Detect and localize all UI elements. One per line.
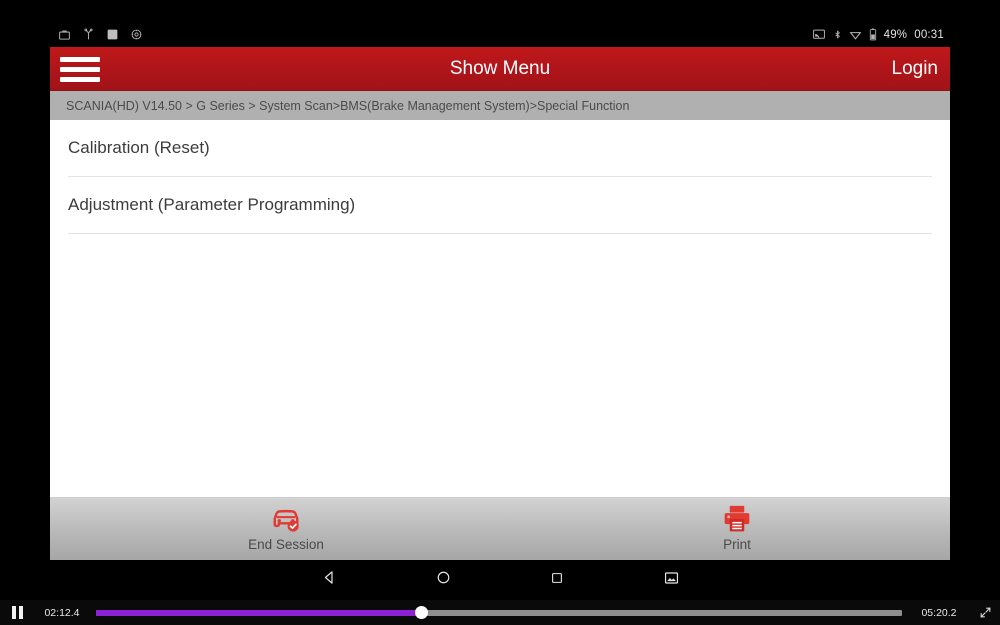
cast-screen-icon [812, 29, 825, 39]
list-item[interactable]: Adjustment (Parameter Programming) [68, 177, 932, 234]
screenshot-button[interactable] [648, 560, 694, 595]
menu-list: Calibration (Reset) Adjustment (Paramete… [50, 120, 950, 497]
login-button[interactable]: Login [892, 47, 939, 91]
home-button[interactable] [420, 560, 466, 595]
list-item-label: Calibration (Reset) [68, 138, 210, 157]
end-session-label: End Session [248, 537, 324, 552]
android-nav-bar [50, 560, 950, 595]
briefcase-icon [59, 30, 70, 40]
app-title-bar: Show Menu Login [50, 47, 950, 91]
back-triangle-icon [324, 571, 333, 584]
page-title: Show Menu [449, 58, 551, 79]
player-control-bar: 02:12.4 05:20.2 [0, 600, 1000, 625]
back-button[interactable] [306, 560, 352, 595]
wifi-icon [849, 32, 862, 40]
seek-handle[interactable] [415, 606, 429, 619]
video-player: 49% 00:31 Show Menu Login SCANIA(HD) V14… [0, 0, 1000, 625]
list-item-label: Adjustment (Parameter Programming) [68, 195, 356, 214]
seek-slider[interactable] [96, 606, 902, 619]
status-bar-clock: 00:31 [914, 28, 944, 41]
settings-gear-icon [131, 29, 142, 40]
function-toolbar: End Session Print [50, 497, 950, 560]
seek-progress-fill [96, 609, 422, 616]
app-square-icon [107, 29, 118, 40]
current-time-label: 02:12.4 [44, 606, 80, 619]
print-label: Print [723, 537, 751, 552]
printer-icon [724, 505, 750, 532]
battery-percent-label: 49% [883, 28, 908, 41]
pause-icon[interactable] [0, 600, 34, 625]
car-check-icon [273, 509, 299, 532]
usb-debug-icon [84, 28, 93, 40]
recents-square-icon [552, 572, 562, 583]
total-time-label: 05:20.2 [921, 606, 957, 619]
status-bar-left-icons [58, 22, 143, 47]
recents-button[interactable] [534, 560, 580, 595]
android-status-bar: 49% 00:31 [50, 22, 950, 47]
android-device-screen: 49% 00:31 Show Menu Login SCANIA(HD) V14… [50, 22, 950, 595]
home-circle-icon [437, 571, 449, 584]
print-button[interactable]: Print [677, 502, 797, 558]
bluetooth-icon [834, 30, 840, 39]
breadcrumb: SCANIA(HD) V14.50 > G Series > System Sc… [50, 91, 950, 120]
end-session-button[interactable]: End Session [226, 502, 346, 558]
screenshot-image-icon [664, 571, 678, 584]
status-bar-right-icons: 49% 00:31 [812, 22, 944, 47]
battery-icon [869, 28, 876, 41]
list-item[interactable]: Calibration (Reset) [68, 120, 932, 177]
expand-icon[interactable] [970, 600, 1000, 625]
